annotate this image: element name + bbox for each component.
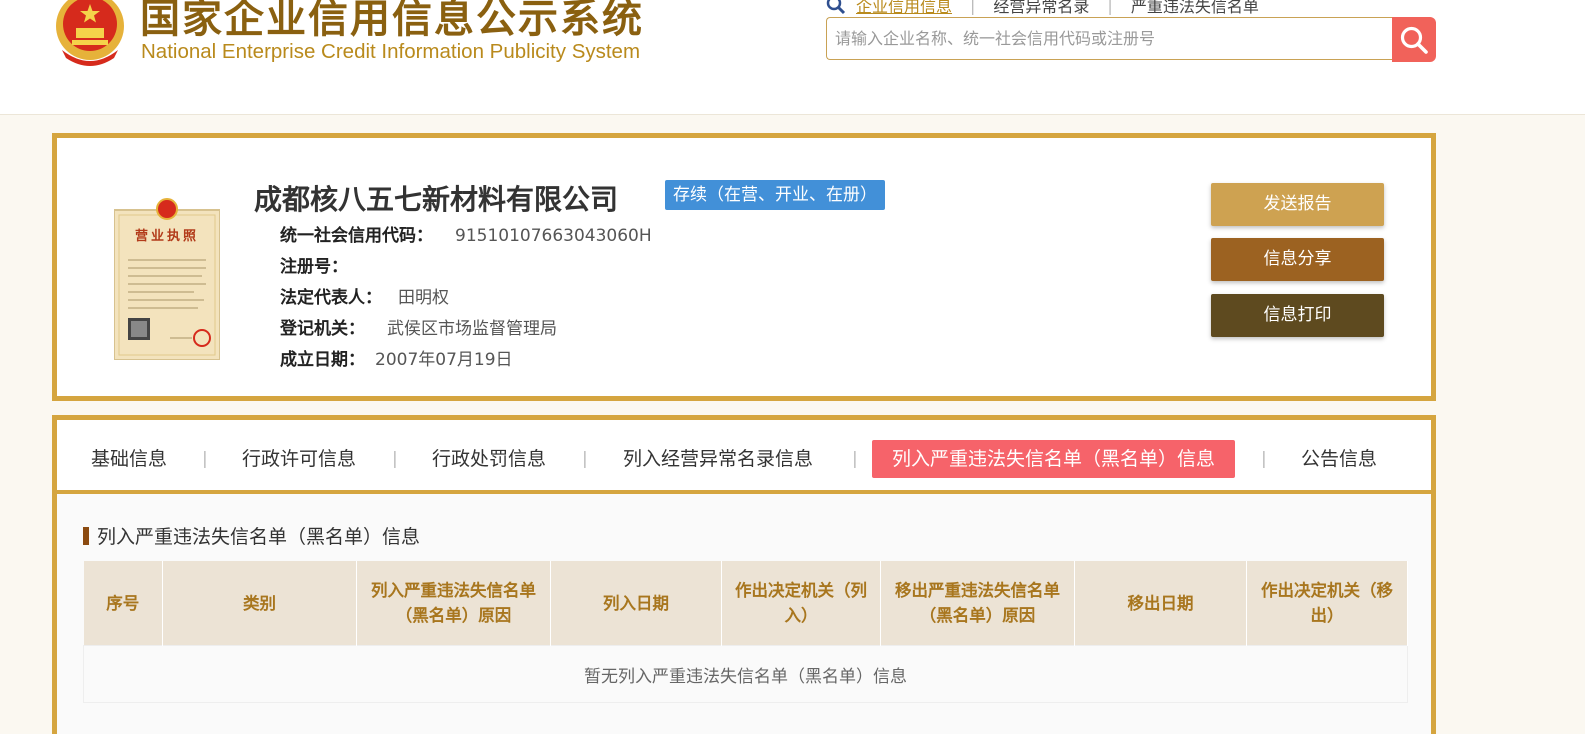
info-row-legal-rep: 法定代表人： 田明权 bbox=[280, 283, 449, 308]
column-header-list-authority: 作出决定机关（列入） bbox=[721, 561, 881, 646]
info-row-credit-code: 统一社会信用代码： 91510107663043060H bbox=[280, 221, 652, 246]
national-emblem-icon bbox=[56, 0, 124, 66]
search-box bbox=[826, 17, 1392, 60]
legal-rep-value: 田明权 bbox=[398, 288, 449, 308]
blacklist-section: 列入严重违法失信名单（黑名单）信息 序号 类别 列入严重违法失信名单（黑名单）原… bbox=[52, 494, 1436, 734]
info-row-registration-authority: 登记机关： 武侯区市场监督管理局 bbox=[280, 314, 557, 339]
send-report-button[interactable]: 发送报告 bbox=[1211, 183, 1384, 226]
tab-admin-penalty[interactable]: 行政处罚信息 bbox=[432, 440, 546, 478]
tab-separator: | bbox=[582, 449, 588, 469]
tab-bar: 基础信息 | 行政许可信息 | 行政处罚信息 | 列入经营异常名录信息 | 列入… bbox=[52, 415, 1436, 495]
nav-link-enterprise-credit[interactable]: 企业信用信息 bbox=[856, 0, 952, 17]
site-header: 国家企业信用信息公示系统 National Enterprise Credit … bbox=[0, 0, 1585, 115]
business-license-image[interactable]: 营业执照 bbox=[114, 198, 220, 360]
company-name: 成都核八五七新材料有限公司 bbox=[254, 183, 619, 216]
nav-link-blacklist[interactable]: 严重违法失信名单 bbox=[1131, 0, 1259, 17]
license-title: 营业执照 bbox=[135, 228, 199, 244]
nav-link-abnormal-list[interactable]: 经营异常名录 bbox=[993, 0, 1089, 17]
nav-separator: | bbox=[970, 0, 976, 15]
site-subtitle: National Enterprise Credit Information P… bbox=[141, 40, 641, 63]
establish-date-value: 2007年07月19日 bbox=[375, 350, 513, 370]
column-header-category: 类别 bbox=[162, 561, 357, 646]
tab-separator: | bbox=[202, 449, 208, 469]
table-row: 暂无列入严重违法失信名单（黑名单）信息 bbox=[83, 645, 1408, 703]
tab-admin-license[interactable]: 行政许可信息 bbox=[242, 440, 356, 478]
share-info-button[interactable]: 信息分享 bbox=[1211, 238, 1384, 281]
registration-number-label: 注册号： bbox=[280, 257, 348, 277]
top-nav: 企业信用信息 | 经营异常名录 | 严重违法失信名单 bbox=[826, 0, 1259, 16]
search-button[interactable] bbox=[1392, 17, 1436, 62]
column-header-remove-date: 移出日期 bbox=[1074, 561, 1247, 646]
registration-authority-value: 武侯区市场监督管理局 bbox=[387, 319, 557, 339]
tab-announcement[interactable]: 公告信息 bbox=[1301, 440, 1377, 478]
tab-separator: | bbox=[392, 449, 398, 469]
info-row-establish-date: 成立日期： 2007年07月19日 bbox=[280, 345, 513, 370]
credit-code-value: 91510107663043060H bbox=[455, 226, 652, 246]
blacklist-table: 序号 类别 列入严重违法失信名单（黑名单）原因 列入日期 作出决定机关（列入） … bbox=[83, 561, 1408, 703]
tab-abnormal-list[interactable]: 列入经营异常名录信息 bbox=[623, 440, 813, 478]
empty-message: 暂无列入严重违法失信名单（黑名单）信息 bbox=[83, 645, 1408, 703]
tab-blacklist[interactable]: 列入严重违法失信名单（黑名单）信息 bbox=[872, 440, 1236, 478]
column-header-index: 序号 bbox=[83, 561, 163, 646]
company-card: 营业执照 成都核八五七新材料有限公司 存续（在营、开业、在册） 统一社会信用代码… bbox=[52, 133, 1436, 401]
nav-separator: | bbox=[1107, 0, 1113, 15]
section-title-text: 列入严重违法失信名单（黑名单）信息 bbox=[97, 526, 421, 548]
section-title: 列入严重违法失信名单（黑名单）信息 bbox=[83, 522, 420, 549]
tab-separator: | bbox=[852, 449, 858, 469]
credit-code-label: 统一社会信用代码： bbox=[280, 226, 433, 246]
search-small-icon bbox=[826, 0, 846, 15]
section-title-marker bbox=[83, 526, 89, 545]
column-header-remove-reason: 移出严重违法失信名单（黑名单）原因 bbox=[880, 561, 1075, 646]
legal-rep-label: 法定代表人： bbox=[280, 288, 382, 308]
registration-authority-label: 登记机关： bbox=[280, 319, 365, 339]
info-row-registration-number: 注册号： bbox=[280, 252, 348, 277]
tab-basic-info[interactable]: 基础信息 bbox=[91, 440, 167, 478]
column-header-list-reason: 列入严重违法失信名单（黑名单）原因 bbox=[356, 561, 551, 646]
tab-separator: | bbox=[1261, 449, 1267, 469]
status-badge: 存续（在营、开业、在册） bbox=[665, 180, 885, 210]
table-header-row: 序号 类别 列入严重违法失信名单（黑名单）原因 列入日期 作出决定机关（列入） … bbox=[83, 561, 1408, 646]
column-header-list-date: 列入日期 bbox=[550, 561, 722, 646]
print-info-button[interactable]: 信息打印 bbox=[1211, 294, 1384, 337]
search-icon bbox=[1400, 26, 1428, 54]
establish-date-label: 成立日期： bbox=[280, 350, 365, 370]
site-title: 国家企业信用信息公示系统 bbox=[140, 0, 644, 42]
column-header-remove-authority: 作出决定机关（移出） bbox=[1246, 561, 1408, 646]
search-input[interactable] bbox=[827, 18, 1383, 59]
